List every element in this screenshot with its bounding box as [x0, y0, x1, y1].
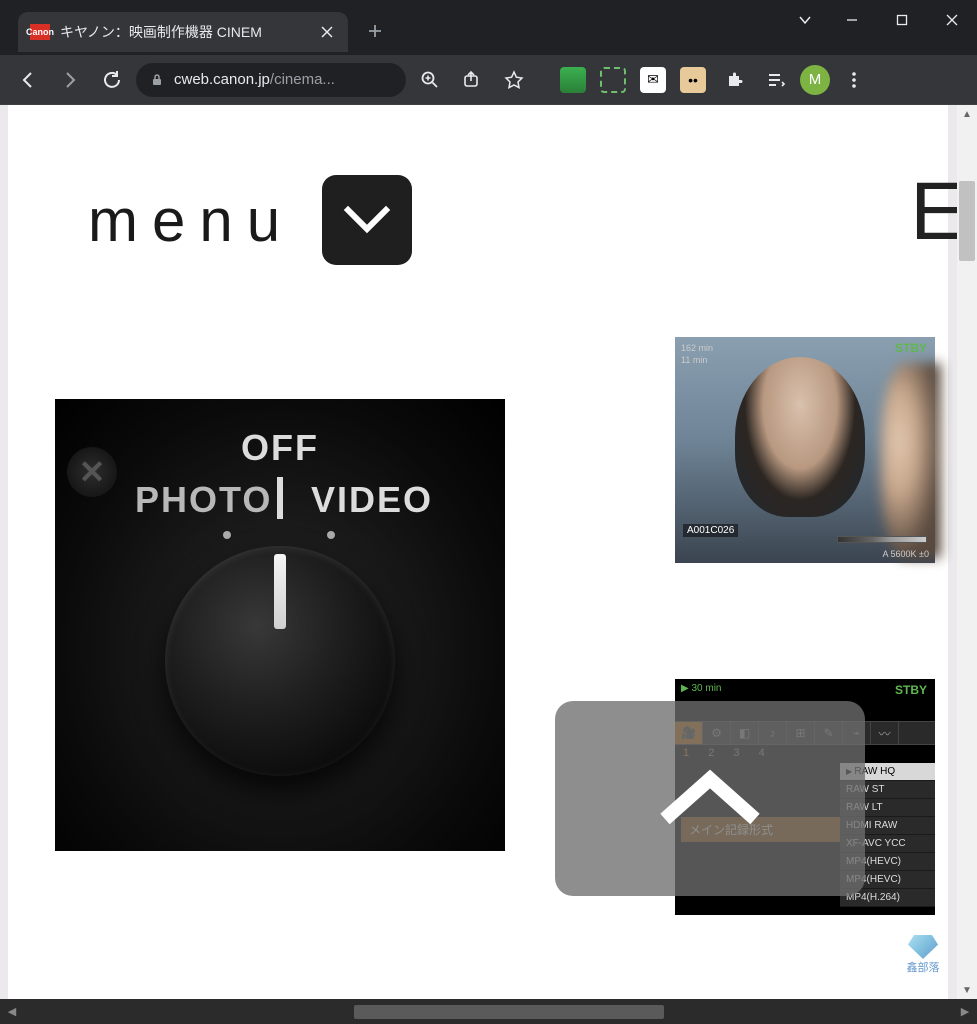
clip-name: A001C026: [683, 524, 738, 537]
page-menu-bar: menu: [8, 105, 948, 335]
browser-tab[interactable]: Canon キヤノン：映画制作機器 CINEM: [18, 12, 348, 52]
reading-list-icon[interactable]: [758, 62, 794, 98]
dial-knob: [165, 546, 395, 776]
gem-icon: [908, 935, 938, 959]
stby-badge: STBY: [895, 683, 927, 697]
address-bar[interactable]: cweb.canon.jp/cinema...: [136, 63, 406, 97]
camera-preview-live: STBY 162 min 11 min A001C026 A 5600K ±0: [675, 337, 935, 563]
new-tab-button[interactable]: [360, 16, 390, 46]
back-button[interactable]: [10, 62, 46, 98]
extension-icon-3[interactable]: ✉: [640, 67, 666, 93]
profile-avatar[interactable]: M: [800, 65, 830, 95]
close-window-button[interactable]: [927, 0, 977, 40]
scroll-to-top-button[interactable]: [555, 701, 865, 896]
preview-info-top: 162 min 11 min: [681, 343, 713, 366]
screw-icon: ✕: [67, 447, 117, 497]
extension-icon-1[interactable]: [560, 67, 586, 93]
extension-icon-2[interactable]: [600, 67, 626, 93]
watermark-text: 鑫部落: [907, 959, 940, 975]
dial-dot: [327, 531, 335, 539]
vertical-scrollbar[interactable]: ▲ ▼: [957, 105, 977, 999]
maximize-button[interactable]: [877, 0, 927, 40]
lock-icon: [150, 73, 164, 87]
favicon-icon: Canon: [30, 24, 50, 40]
scrollbar-track[interactable]: [957, 123, 977, 981]
dial-label-video: VIDEO: [311, 479, 433, 521]
forward-button[interactable]: [52, 62, 88, 98]
zoom-icon[interactable]: [412, 62, 448, 98]
extension-icon-4[interactable]: ••: [680, 67, 706, 93]
menu-toggle-button[interactable]: [322, 175, 412, 265]
tab-search-dropdown-icon[interactable]: [783, 0, 827, 40]
scroll-down-arrow-icon[interactable]: ▼: [957, 981, 977, 999]
dial-divider: [277, 477, 283, 519]
exposure-bar: [837, 536, 927, 543]
scroll-up-arrow-icon[interactable]: ▲: [957, 105, 977, 123]
scrollbar-thumb[interactable]: [354, 1005, 664, 1019]
horizontal-scrollbar[interactable]: ◀ ▶: [0, 999, 977, 1024]
watermark: 鑫部落: [897, 935, 949, 987]
dial-label-off: OFF: [241, 427, 319, 469]
scrollbar-thumb[interactable]: [959, 181, 975, 261]
scroll-right-arrow-icon[interactable]: ▶: [953, 1005, 977, 1018]
bookmark-star-icon[interactable]: [496, 62, 532, 98]
minimize-button[interactable]: [827, 0, 877, 40]
preview-info-bottom: A 5600K ±0: [681, 549, 929, 559]
dial-label-photo: PHOTO: [135, 479, 272, 521]
scroll-left-arrow-icon[interactable]: ◀: [0, 1005, 24, 1018]
reload-button[interactable]: [94, 62, 130, 98]
menu-label: menu: [88, 186, 294, 255]
tab-close-button[interactable]: [318, 23, 336, 41]
camera-dial-image: ✕ OFF PHOTO VIDEO: [55, 399, 505, 851]
extensions-puzzle-icon[interactable]: [716, 62, 752, 98]
share-icon[interactable]: [454, 62, 490, 98]
url-text: cweb.canon.jp/cinema...: [174, 71, 335, 88]
stby-badge: STBY: [895, 341, 927, 355]
chevron-up-icon: [650, 764, 770, 834]
preview2-tab: 〰: [871, 722, 899, 744]
preview2-top-info: ▶ 30 min: [681, 683, 721, 694]
scrollbar-track[interactable]: [24, 1005, 953, 1019]
tab-title: キヤノン：映画制作機器 CINEM: [60, 22, 308, 42]
chrome-menu-icon[interactable]: [836, 62, 872, 98]
dial-dot: [223, 531, 231, 539]
